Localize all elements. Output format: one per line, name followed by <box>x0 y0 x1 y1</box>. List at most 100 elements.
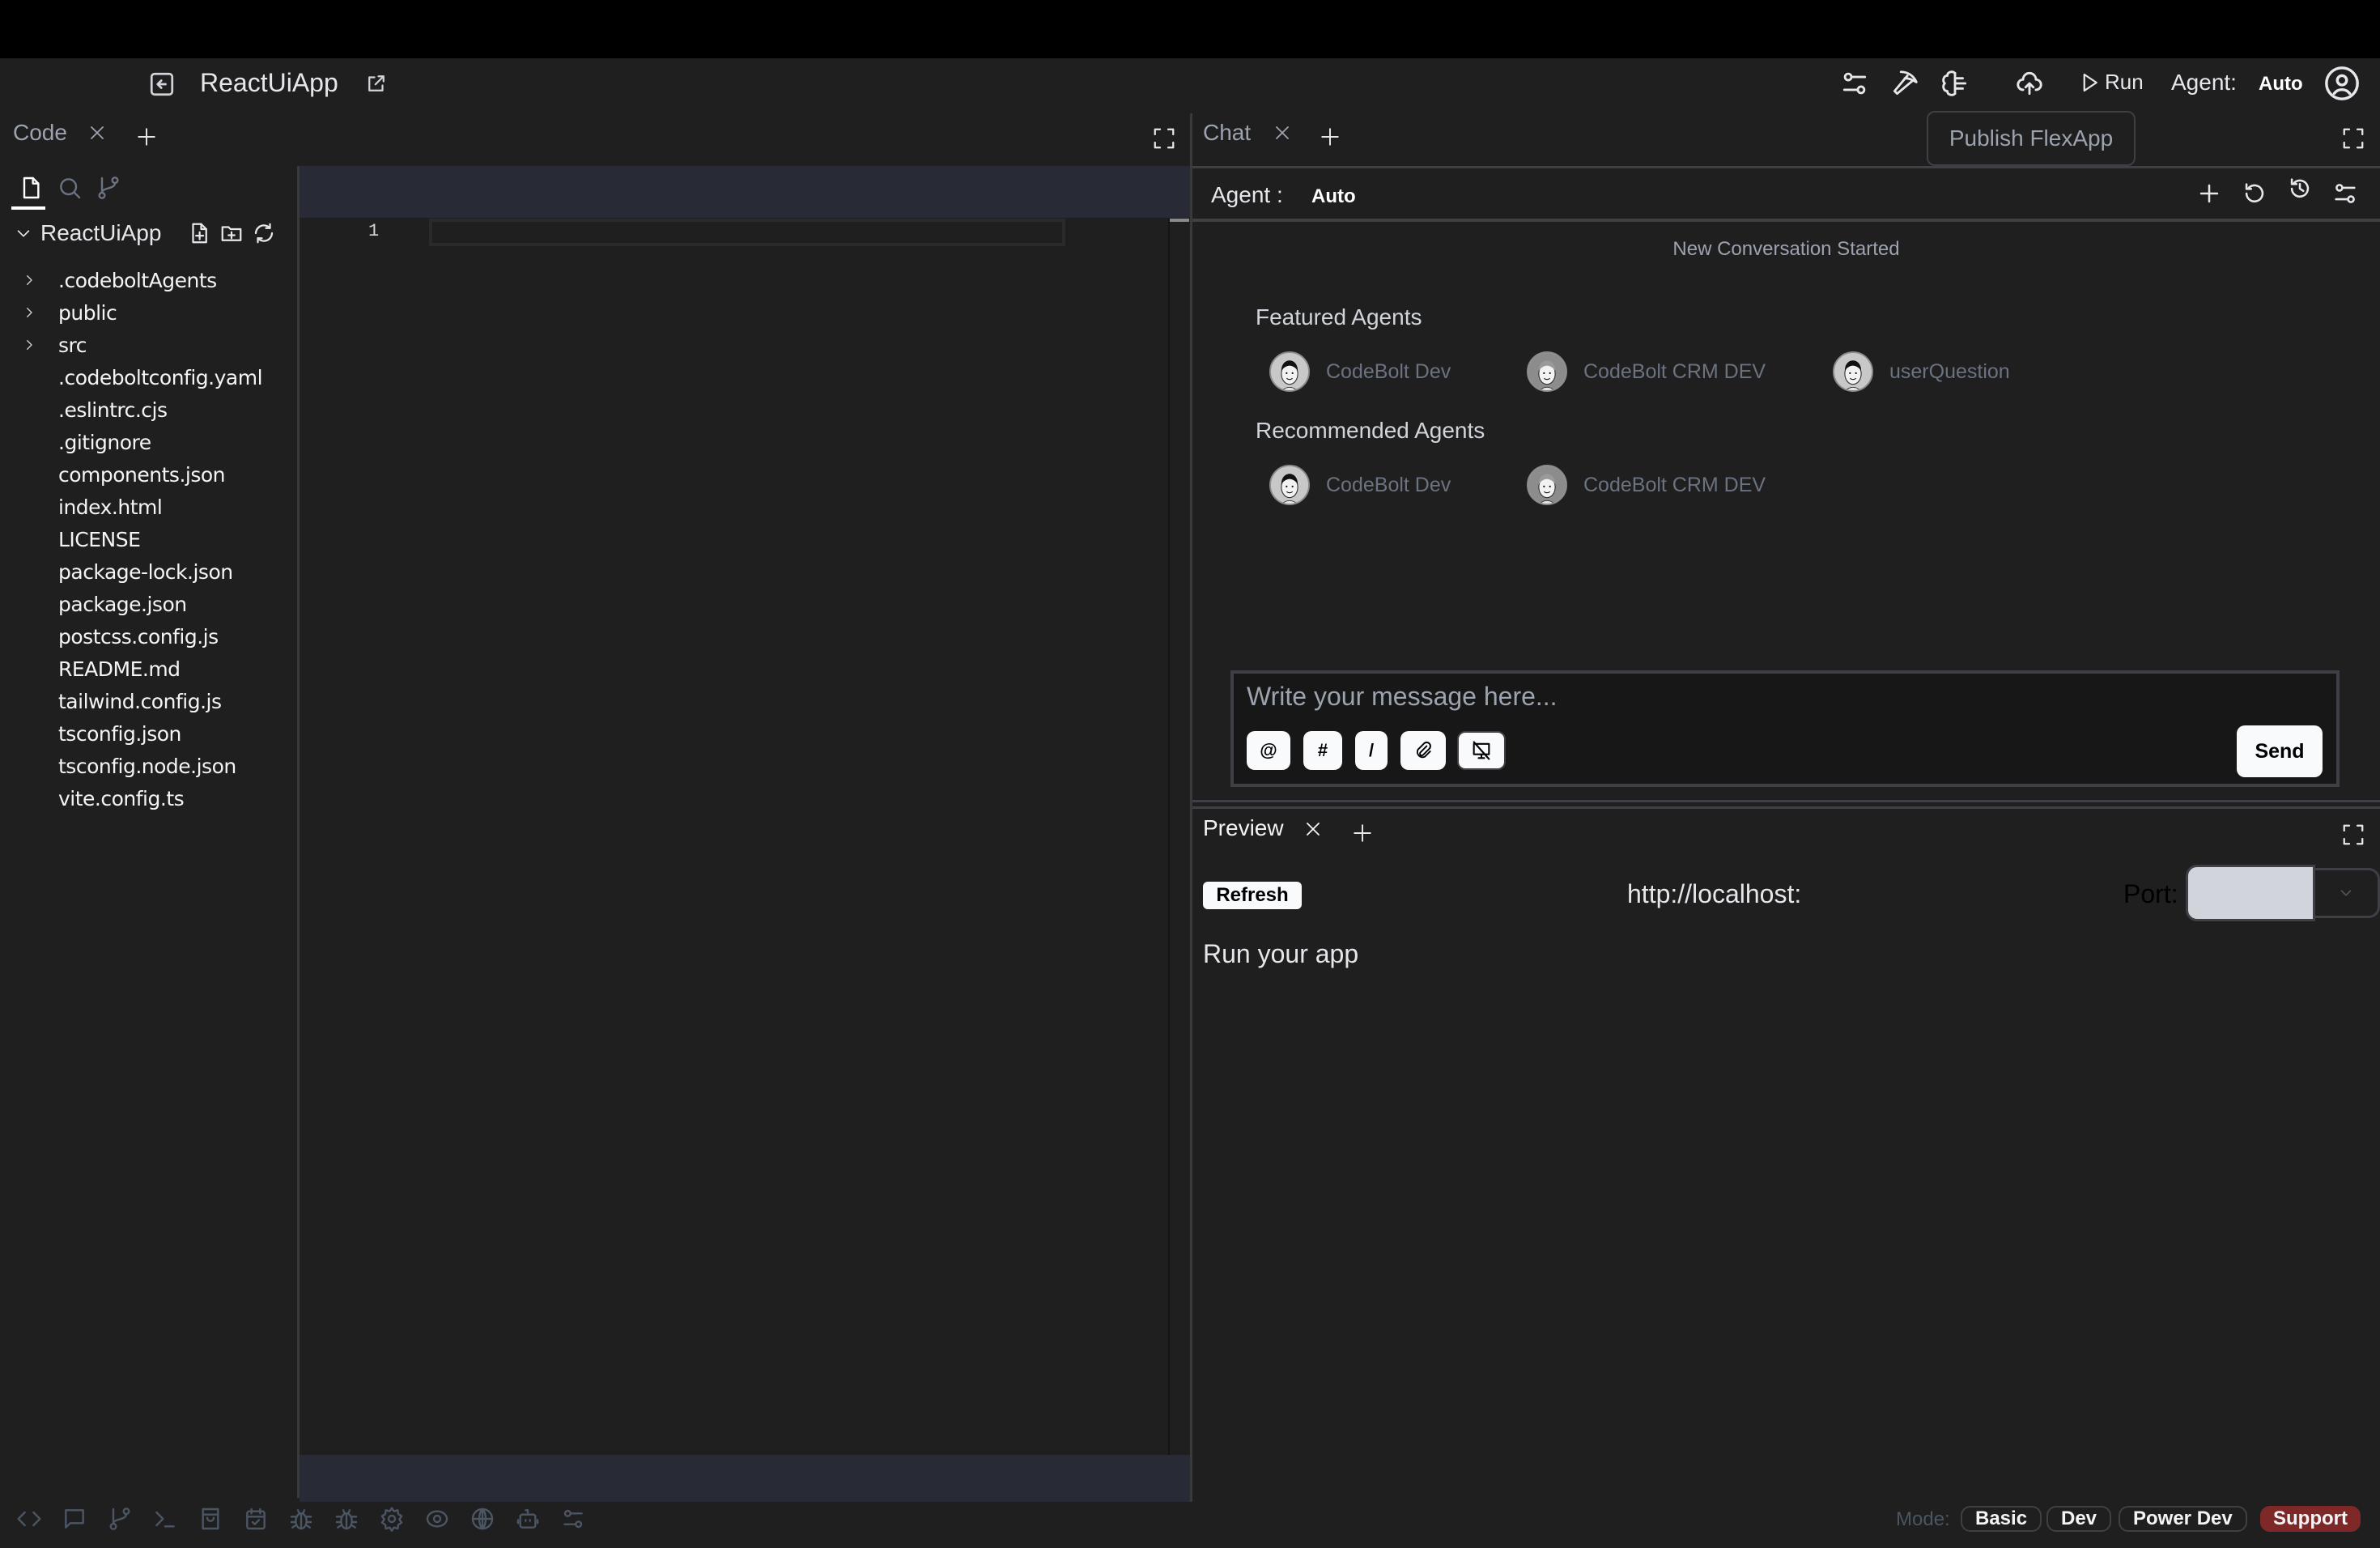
files-tab-icon[interactable] <box>18 174 44 202</box>
refresh-tree-icon[interactable] <box>252 220 276 246</box>
panel-divider-horizontal[interactable] <box>1192 800 2380 802</box>
paperclip-icon <box>1416 742 1431 759</box>
editor-scrollbar[interactable] <box>1168 219 1189 1457</box>
globe-icon[interactable] <box>470 1506 495 1532</box>
mention-button[interactable]: @ <box>1247 731 1290 770</box>
tree-file[interactable]: vite.config.ts <box>0 782 296 814</box>
add-tab-icon[interactable] <box>136 126 157 147</box>
tree-file[interactable]: LICENSE <box>0 523 296 555</box>
pickaxe-icon[interactable] <box>1889 68 1920 99</box>
tree-item-label: tsconfig.node.json <box>58 754 236 778</box>
tree-item-label: LICENSE <box>58 527 141 551</box>
tree-item-label: public <box>58 300 117 325</box>
code-editor[interactable] <box>297 166 1190 1498</box>
add-tab-icon[interactable] <box>1352 823 1373 844</box>
back-icon[interactable] <box>147 70 176 99</box>
chat-agent-selector[interactable]: Auto <box>1311 185 1356 208</box>
header-agent-selector[interactable]: Auto <box>2259 73 2303 96</box>
mode-label: Mode: <box>1896 1508 1950 1530</box>
mode-power-dev-button[interactable]: Power Dev <box>2119 1506 2247 1532</box>
expand-icon[interactable] <box>2341 823 2365 847</box>
agent-card[interactable]: CodeBolt CRM DEV <box>1527 349 1766 394</box>
tree-file[interactable]: README.md <box>0 653 296 685</box>
port-input[interactable] <box>2186 865 2315 921</box>
new-chat-icon[interactable] <box>2195 180 2223 207</box>
git-branch-icon[interactable] <box>107 1506 133 1532</box>
refresh-button[interactable]: Refresh <box>1203 882 1302 909</box>
tree-file[interactable]: components.json <box>0 458 296 491</box>
user-circle-icon[interactable] <box>2323 65 2361 102</box>
tree-root[interactable]: ReactUiApp <box>15 220 276 246</box>
tree-file[interactable]: tsconfig.node.json <box>0 750 296 782</box>
mode-dev-button[interactable]: Dev <box>2046 1506 2112 1532</box>
tree-file[interactable]: .codeboltconfig.yaml <box>0 361 296 393</box>
agent-card[interactable]: userQuestion <box>1833 349 2010 394</box>
source-control-tab-icon[interactable] <box>96 174 121 202</box>
send-button[interactable]: Send <box>2237 725 2323 777</box>
tree-folder[interactable]: src <box>0 329 296 361</box>
tab-chat[interactable]: Chat <box>1203 120 1251 146</box>
add-tab-icon[interactable] <box>1320 126 1341 147</box>
tab-preview[interactable]: Preview <box>1203 815 1284 841</box>
code-icon[interactable] <box>16 1506 42 1532</box>
chevron-right-icon <box>0 273 58 287</box>
tree-item-label: src <box>58 333 87 357</box>
chat-icon[interactable] <box>62 1506 87 1532</box>
chat-settings-icon[interactable] <box>2331 180 2359 207</box>
bug-alt-icon[interactable] <box>334 1506 359 1532</box>
brain-icon[interactable] <box>1940 68 1970 99</box>
support-button[interactable]: Support <box>2260 1506 2361 1532</box>
expand-icon[interactable] <box>1152 126 1176 151</box>
tree-folder[interactable]: .codeboltAgents <box>0 264 296 296</box>
run-button[interactable]: Run <box>2077 70 2144 95</box>
port-dropdown[interactable] <box>2314 868 2380 918</box>
expand-icon[interactable] <box>2341 126 2365 151</box>
screen-share-button[interactable] <box>1457 731 1506 770</box>
message-input[interactable] <box>1247 682 2299 712</box>
agent-card[interactable]: CodeBolt Dev <box>1269 349 1451 394</box>
agent-name: CodeBolt CRM DEV <box>1583 473 1766 496</box>
tree-item-label: tsconfig.json <box>58 721 181 746</box>
history-icon[interactable] <box>2286 175 2314 202</box>
hashtag-button[interactable]: # <box>1303 731 1342 770</box>
tree-file[interactable]: .eslintrc.cjs <box>0 393 296 426</box>
tree-folder[interactable]: public <box>0 296 296 329</box>
slash-command-button[interactable]: / <box>1355 731 1388 770</box>
close-icon[interactable] <box>1303 819 1323 839</box>
mode-basic-button[interactable]: Basic <box>1961 1506 2042 1532</box>
robot-icon[interactable] <box>515 1506 541 1532</box>
sliders-icon[interactable] <box>1839 68 1870 99</box>
cloud-upload-icon[interactable] <box>2014 68 2045 99</box>
tree-file[interactable]: tailwind.config.js <box>0 685 296 717</box>
sliders-icon[interactable] <box>560 1506 586 1532</box>
tree-file[interactable]: package-lock.json <box>0 555 296 588</box>
tree-item-label: components.json <box>58 462 226 487</box>
close-icon[interactable] <box>87 123 107 142</box>
new-folder-icon[interactable] <box>219 220 244 246</box>
agent-name: userQuestion <box>1889 359 2010 383</box>
agent-card[interactable]: CodeBolt CRM DEV <box>1527 462 1766 508</box>
shopping-bag-icon[interactable] <box>198 1506 223 1532</box>
editor-scrollbar-thumb[interactable] <box>1170 219 1189 222</box>
tree-file[interactable]: package.json <box>0 588 296 620</box>
current-line-highlight <box>429 219 1065 246</box>
search-tab-icon[interactable] <box>57 174 83 202</box>
gear-icon[interactable] <box>379 1506 405 1532</box>
preview-url: http://localhost: <box>1627 879 1802 908</box>
attach-button[interactable] <box>1400 731 1446 770</box>
tree-file[interactable]: postcss.config.js <box>0 620 296 653</box>
calendar-check-icon[interactable] <box>243 1506 269 1532</box>
tree-file[interactable]: tsconfig.json <box>0 717 296 750</box>
tree-file[interactable]: .gitignore <box>0 426 296 458</box>
external-link-icon[interactable] <box>364 71 389 96</box>
agent-name: CodeBolt CRM DEV <box>1583 359 1766 383</box>
close-icon[interactable] <box>1273 123 1292 142</box>
eye-icon[interactable] <box>424 1506 450 1532</box>
new-file-icon[interactable] <box>187 220 211 246</box>
terminal-icon[interactable] <box>152 1506 178 1532</box>
tab-code[interactable]: Code <box>13 120 67 146</box>
agent-card[interactable]: CodeBolt Dev <box>1269 462 1451 508</box>
tree-file[interactable]: index.html <box>0 491 296 523</box>
bug-icon[interactable] <box>288 1506 314 1532</box>
reset-icon[interactable] <box>2241 180 2268 207</box>
